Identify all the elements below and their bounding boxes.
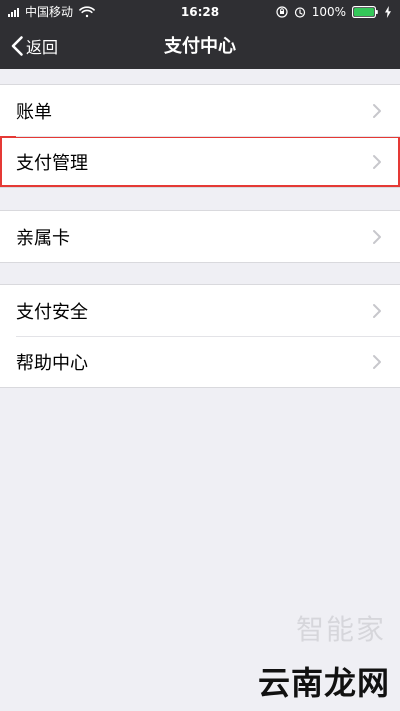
list-item-payment-security[interactable]: 支付安全 xyxy=(0,285,400,336)
alarm-icon xyxy=(294,7,305,18)
chevron-right-icon xyxy=(373,354,381,369)
chevron-right-icon xyxy=(373,154,381,169)
page-title: 支付中心 xyxy=(164,36,236,57)
chevron-right-icon xyxy=(373,229,381,244)
top-bar: 中国移动 16:28 100% 返回 支付中心 xyxy=(0,0,400,69)
list-item-label: 账单 xyxy=(16,101,52,123)
list-item-label: 亲属卡 xyxy=(16,227,70,249)
battery-icon xyxy=(352,6,378,18)
list-item-label: 帮助中心 xyxy=(16,352,88,374)
list-item-label: 支付安全 xyxy=(16,301,88,323)
list-item-help-center[interactable]: 帮助中心 xyxy=(0,336,400,387)
group-security-help: 支付安全 帮助中心 xyxy=(0,284,400,388)
group-family-card: 亲属卡 xyxy=(0,210,400,263)
list-item-payment-management[interactable]: 支付管理 xyxy=(0,136,400,187)
battery-percent: 100% xyxy=(311,5,346,19)
status-bar: 中国移动 16:28 100% xyxy=(0,0,400,24)
nav-bar: 返回 支付中心 xyxy=(0,24,400,69)
chevron-right-icon xyxy=(373,303,381,318)
list-item-family-card[interactable]: 亲属卡 xyxy=(0,211,400,262)
watermark-brand: 云南龙网 xyxy=(257,664,390,702)
chevron-right-icon xyxy=(373,103,381,118)
charging-icon xyxy=(385,6,391,18)
list-item-label: 支付管理 xyxy=(16,152,88,174)
group-account: 账单 支付管理 xyxy=(0,84,400,188)
status-right: 100% xyxy=(276,0,392,24)
orientation-lock-icon xyxy=(276,6,288,18)
list-item-bill[interactable]: 账单 xyxy=(0,85,400,136)
watermark-faint: 智能家 xyxy=(295,613,386,646)
